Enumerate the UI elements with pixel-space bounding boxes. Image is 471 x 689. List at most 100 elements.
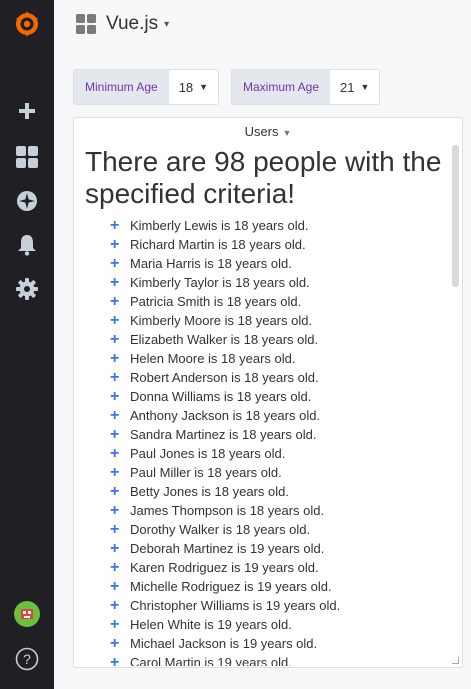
person-text: Deborah Martinez is 19 years old. <box>130 541 325 556</box>
list-item: + Donna Williams is 18 years old. <box>110 387 444 406</box>
panel-title-menu[interactable]: Users ▼ <box>74 124 462 139</box>
dashboard-title: Vue.js <box>106 13 159 34</box>
list-item: + Paul Jones is 18 years old. <box>110 444 444 463</box>
chevron-down-icon: ▾ <box>164 18 170 30</box>
list-item: + Dorothy Walker is 18 years old. <box>110 520 444 539</box>
person-text: Christopher Williams is 19 years old. <box>130 598 341 613</box>
variable-label: Maximum Age <box>232 70 331 104</box>
list-item: + Sandra Martinez is 18 years old. <box>110 425 444 444</box>
person-text: Donna Williams is 18 years old. <box>130 389 312 404</box>
chevron-down-icon: ▼ <box>199 82 209 92</box>
plus-icon: + <box>110 540 120 557</box>
list-item: + Karen Rodriguez is 19 years old. <box>110 558 444 577</box>
dashboard-grid-icon <box>76 14 96 34</box>
list-item: + Carol Martin is 19 years old. <box>110 653 444 666</box>
dashboard-title-picker[interactable]: Vue.js ▾ <box>76 10 169 38</box>
list-item: + Anthony Jackson is 18 years old. <box>110 406 444 425</box>
list-item: + Michelle Rodriguez is 19 years old. <box>110 577 444 596</box>
panel-title: Users <box>244 124 279 139</box>
variable-maximum-age: Maximum Age 21 ▼ <box>231 69 381 105</box>
plus-icon: + <box>110 388 120 405</box>
person-text: Robert Anderson is 18 years old. <box>130 370 319 385</box>
explore-icon[interactable] <box>0 183 54 219</box>
person-text: Michael Jackson is 19 years old. <box>130 636 318 651</box>
person-text: Kimberly Taylor is 18 years old. <box>130 275 310 290</box>
plus-icon: + <box>110 483 120 500</box>
list-item: + Helen White is 19 years old. <box>110 615 444 634</box>
list-item: + Robert Anderson is 18 years old. <box>110 368 444 387</box>
people-list: + Kimberly Lewis is 18 years old. + Richard… <box>84 216 444 666</box>
person-text: Elizabeth Walker is 18 years old. <box>130 332 319 347</box>
person-text: James Thompson is 18 years old. <box>130 503 325 518</box>
person-text: Paul Miller is 18 years old. <box>130 465 282 480</box>
dashboards-icon[interactable] <box>0 139 54 175</box>
svg-text:?: ? <box>23 651 31 667</box>
alerting-bell-icon[interactable] <box>0 227 54 263</box>
chevron-down-icon: ▼ <box>282 128 292 138</box>
minimum-age-select[interactable]: 18 ▼ <box>168 70 219 104</box>
list-item: + Paul Miller is 18 years old. <box>110 463 444 482</box>
plus-icon: + <box>110 255 120 272</box>
list-item: + James Thompson is 18 years old. <box>110 501 444 520</box>
plus-icon: + <box>110 464 120 481</box>
sidebar: ? <box>0 0 54 689</box>
plus-icon: + <box>110 312 120 329</box>
plus-icon: + <box>110 635 120 652</box>
variable-label: Minimum Age <box>74 70 169 104</box>
maximum-age-select[interactable]: 21 ▼ <box>330 70 380 104</box>
resize-handle[interactable] <box>452 657 459 664</box>
plus-icon: + <box>110 350 120 367</box>
plus-icon: + <box>110 445 120 462</box>
list-item: + Richard Martin is 18 years old. <box>110 235 444 254</box>
person-text: Carol Martin is 19 years old. <box>130 655 292 666</box>
list-item: + Michael Jackson is 19 years old. <box>110 634 444 653</box>
plus-icon: + <box>110 616 120 633</box>
person-text: Patricia Smith is 18 years old. <box>130 294 302 309</box>
plus-icon[interactable] <box>0 93 54 129</box>
plus-icon: + <box>110 236 120 253</box>
person-text: Paul Jones is 18 years old. <box>130 446 286 461</box>
plus-icon: + <box>110 331 120 348</box>
person-text: Michelle Rodriguez is 19 years old. <box>130 579 332 594</box>
users-panel: Users ▼ There are 98 people with the spec… <box>73 117 463 668</box>
list-item: + Deborah Martinez is 19 years old. <box>110 539 444 558</box>
scrollbar-thumb[interactable] <box>452 145 459 287</box>
plus-icon: + <box>110 502 120 519</box>
list-item: + Elizabeth Walker is 18 years old. <box>110 330 444 349</box>
list-item: + Christopher Williams is 19 years old. <box>110 596 444 615</box>
person-text: Helen White is 19 years old. <box>130 617 292 632</box>
person-text: Sandra Martinez is 18 years old. <box>130 427 317 442</box>
person-text: Betty Jones is 18 years old. <box>130 484 289 499</box>
help-icon[interactable]: ? <box>0 641 54 677</box>
plus-icon: + <box>110 274 120 291</box>
plus-icon: + <box>110 407 120 424</box>
user-avatar[interactable] <box>0 596 54 632</box>
plus-icon: + <box>110 217 120 234</box>
person-text: Kimberly Moore is 18 years old. <box>130 313 313 328</box>
plus-icon: + <box>110 654 120 666</box>
list-item: + Kimberly Lewis is 18 years old. <box>110 216 444 235</box>
variable-minimum-age: Minimum Age 18 ▼ <box>73 69 220 105</box>
person-text: Anthony Jackson is 18 years old. <box>130 408 321 423</box>
plus-icon: + <box>110 578 120 595</box>
plus-icon: + <box>110 559 120 576</box>
plus-icon: + <box>110 597 120 614</box>
list-item: + Helen Moore is 18 years old. <box>110 349 444 368</box>
maximum-age-value: 21 <box>340 79 355 95</box>
person-text: Richard Martin is 18 years old. <box>130 237 306 252</box>
plus-icon: + <box>110 521 120 538</box>
panel-content[interactable]: There are 98 people with the specified c… <box>84 146 444 666</box>
plus-icon: + <box>110 369 120 386</box>
list-item: + Patricia Smith is 18 years old. <box>110 292 444 311</box>
grafana-logo-icon[interactable] <box>0 6 54 42</box>
chevron-down-icon: ▼ <box>360 82 370 92</box>
result-headline: There are 98 people with the specified c… <box>85 146 442 209</box>
person-text: Helen Moore is 18 years old. <box>130 351 296 366</box>
configuration-gear-icon[interactable] <box>0 271 54 307</box>
person-text: Maria Harris is 18 years old. <box>130 256 292 271</box>
list-item: + Betty Jones is 18 years old. <box>110 482 444 501</box>
plus-icon: + <box>110 426 120 443</box>
list-item: + Maria Harris is 18 years old. <box>110 254 444 273</box>
list-item: + Kimberly Taylor is 18 years old. <box>110 273 444 292</box>
person-text: Dorothy Walker is 18 years old. <box>130 522 311 537</box>
